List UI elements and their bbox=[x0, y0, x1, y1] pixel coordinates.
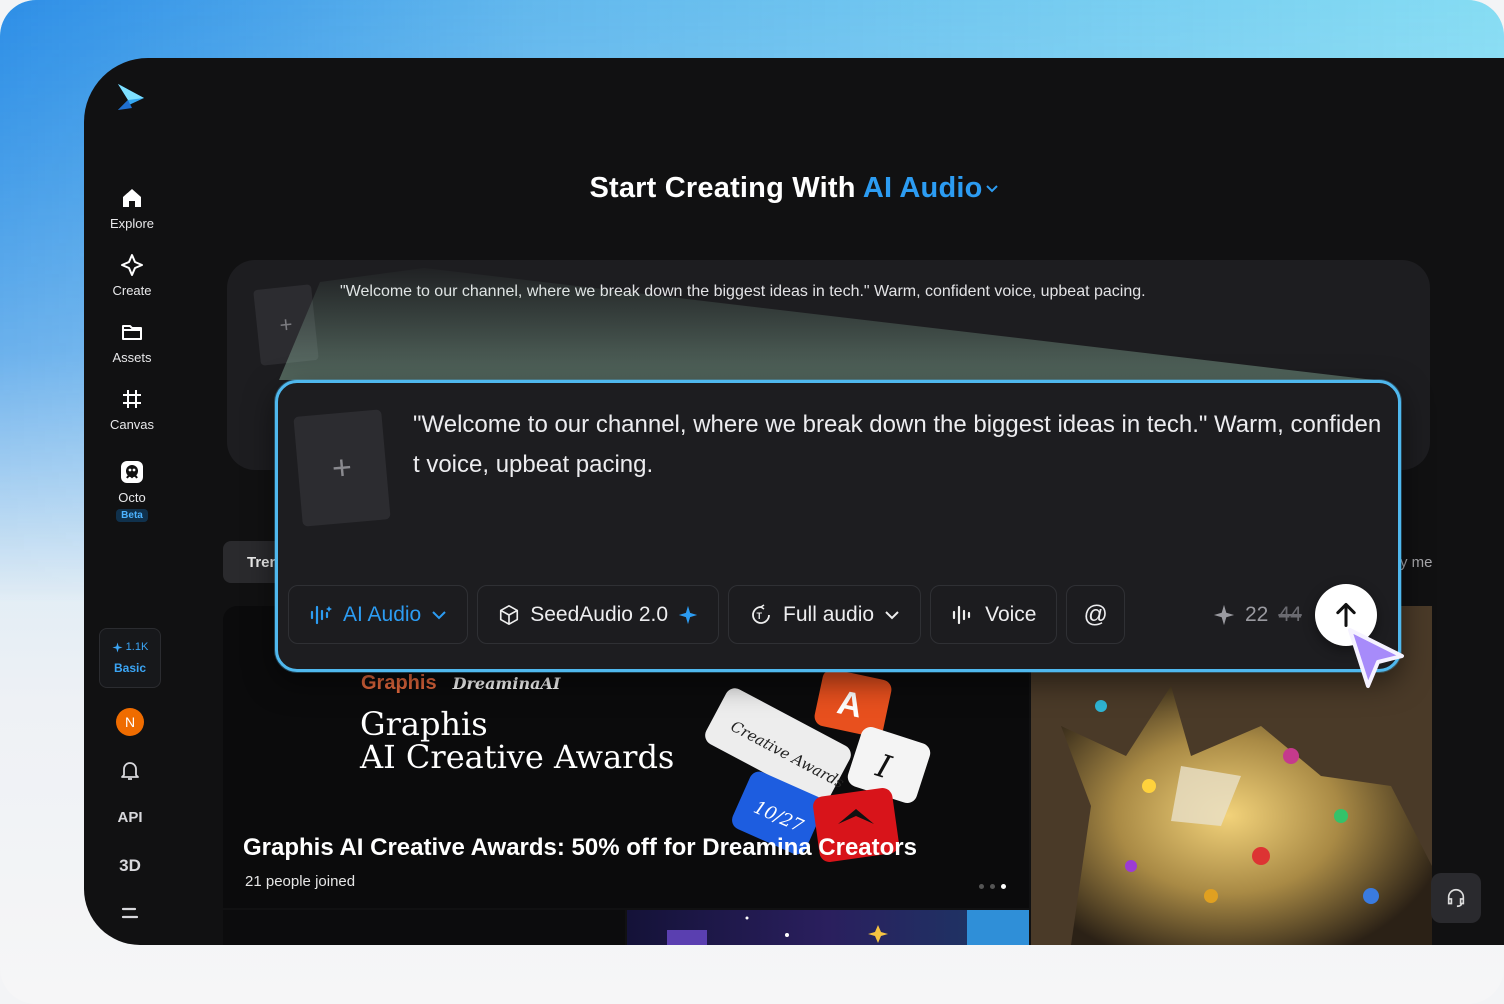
credits-widget[interactable]: 1.1K Basic bbox=[99, 628, 161, 688]
sidebar-item-label: Octo bbox=[118, 490, 146, 505]
mouse-cursor-icon bbox=[1348, 628, 1404, 688]
upload-reference-button[interactable]: + bbox=[253, 284, 319, 366]
upload-reference-button[interactable]: + bbox=[293, 409, 391, 527]
plan-label: Basic bbox=[113, 661, 147, 675]
sparkle-icon bbox=[678, 605, 698, 624]
carousel-dots[interactable] bbox=[979, 884, 1006, 889]
sidebar-item-assets[interactable]: Assets bbox=[94, 320, 170, 365]
gallery-tile[interactable] bbox=[223, 910, 625, 945]
sidebar-item-label: Assets bbox=[112, 350, 152, 365]
sidebar-item-label: Create bbox=[112, 283, 152, 298]
sparkle-icon bbox=[112, 641, 123, 653]
avatar[interactable]: N bbox=[116, 708, 144, 736]
model-selector[interactable]: SeedAudio 2.0 bbox=[477, 585, 720, 644]
length-selector[interactable]: T Full audio bbox=[728, 585, 922, 644]
3d-link[interactable]: 3D bbox=[114, 856, 146, 876]
sidebar-item-canvas[interactable]: Canvas bbox=[94, 387, 170, 432]
support-button[interactable] bbox=[1431, 873, 1481, 923]
headset-icon bbox=[1447, 888, 1465, 908]
api-link[interactable]: API bbox=[114, 809, 146, 826]
joined-count: 21 people joined bbox=[245, 873, 356, 890]
banner-heading: Graphis AI Creative Awards bbox=[360, 705, 675, 776]
timer-icon: T bbox=[752, 603, 770, 624]
mention-button[interactable]: @ bbox=[1066, 585, 1125, 644]
sidebar-item-label: Canvas bbox=[109, 417, 155, 432]
carousel-dot[interactable] bbox=[979, 884, 984, 889]
prompt-input[interactable]: "Welcome to our channel, where we break … bbox=[413, 405, 1383, 485]
audio-wave-icon bbox=[310, 605, 332, 624]
dreamina-logo-icon[interactable] bbox=[112, 80, 148, 116]
mode-dropdown[interactable]: AI Audio bbox=[863, 172, 999, 204]
composer-toolbar: AI Audio SeedAudio 2.0 T Full audio Voic… bbox=[288, 585, 1125, 644]
prompt-composer-zoom: + "Welcome to our channel, where we brea… bbox=[275, 380, 1401, 672]
credit-cost: 22 44 bbox=[1213, 603, 1302, 627]
beta-badge: Beta bbox=[116, 509, 148, 522]
sidebar-item-octo[interactable]: Octo Beta bbox=[94, 460, 170, 522]
pixel-art-preview bbox=[667, 910, 1029, 945]
credits-count: 1.1K bbox=[112, 641, 148, 653]
sidebar-item-create[interactable]: Create bbox=[94, 253, 170, 298]
chevron-down-icon bbox=[985, 185, 998, 193]
canvas-grid-icon bbox=[123, 390, 141, 408]
chevron-down-icon bbox=[432, 610, 446, 619]
chevron-down-icon bbox=[885, 610, 899, 619]
folder-icon bbox=[122, 325, 142, 340]
mode-selector[interactable]: AI Audio bbox=[288, 585, 469, 644]
svg-text:T: T bbox=[757, 611, 763, 621]
octo-icon bbox=[121, 461, 143, 483]
page-title: Start Creating With AI Audio bbox=[84, 172, 1504, 205]
sparkle-icon bbox=[1213, 604, 1235, 626]
sidebar-item-label: Explore bbox=[109, 216, 155, 231]
banner-caption: Graphis AI Creative Awards: 50% off for … bbox=[243, 834, 917, 861]
menu-icon[interactable] bbox=[114, 904, 146, 924]
filter-hint[interactable]: y me bbox=[1400, 554, 1433, 571]
carousel-dot-active[interactable] bbox=[1001, 884, 1006, 889]
voice-button[interactable]: Voice bbox=[930, 585, 1058, 644]
gallery-tile[interactable] bbox=[627, 910, 1029, 945]
carousel-dot[interactable] bbox=[990, 884, 995, 889]
prompt-text[interactable]: "Welcome to our channel, where we break … bbox=[340, 283, 1146, 301]
sparkle-diamond-icon bbox=[121, 254, 143, 276]
bell-icon[interactable] bbox=[114, 758, 146, 782]
cube-icon bbox=[500, 604, 519, 625]
voice-wave-icon bbox=[952, 605, 971, 624]
banner-brand: Graphis DreaminaAI bbox=[361, 672, 561, 694]
